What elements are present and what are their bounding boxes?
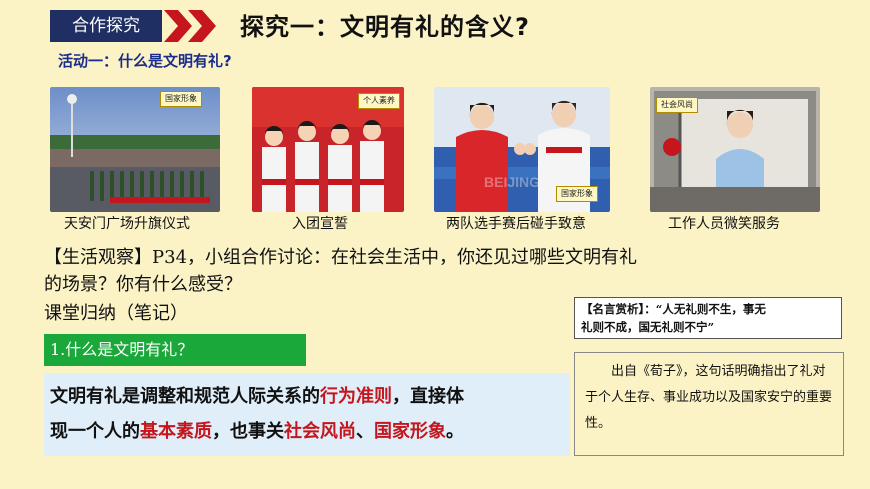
photo-caption: 入团宣誓: [292, 216, 348, 232]
photo-league-oath: 个人素养: [252, 87, 404, 212]
photo-caption: 两队选手赛后碰手致意: [446, 216, 586, 232]
photo-tag: 国家形象: [556, 186, 598, 202]
photo-tag: 社会风尚: [656, 97, 698, 113]
highlight-term: 行为准则: [320, 386, 392, 407]
activity-title: 活动一：什么是文明有礼?: [58, 52, 232, 70]
chevron-right-icon: [188, 10, 216, 42]
photo-caption: 天安门广场升旗仪式: [64, 216, 190, 232]
question-bar: 1.什么是文明有礼？: [44, 334, 306, 366]
photo-service-worker: 社会风尚: [650, 87, 820, 212]
definition-text: ，直接体: [392, 386, 464, 407]
quote-line: 【名言赏析】：“人无礼则不生，事无: [581, 302, 766, 316]
definition-text: 文明有礼是调整和规范人际关系的: [50, 386, 320, 407]
highlight-term: 基本素质: [140, 421, 212, 442]
photo-caption: 工作人员微笑服务: [668, 216, 780, 232]
quote-line: 礼则不成，国无礼则不宁”: [581, 320, 715, 334]
highlight-term: 国家形象: [374, 421, 446, 442]
svg-text:BEIJING: BEIJING: [484, 174, 540, 190]
section-badge: 合作探究: [50, 10, 162, 42]
famous-quote-box: 【名言赏析】：“人无礼则不生，事无 礼则不成，国无礼则不宁”: [574, 297, 842, 339]
life-observation-prompt: 【生活观察】P34，小组合作讨论：在社会生活中，你还见过哪些文明有礼 的场景？你…: [44, 244, 804, 298]
definition-text: ，也事关: [212, 421, 284, 442]
observation-line: 【生活观察】P34，小组合作讨论：在社会生活中，你还见过哪些文明有礼: [44, 247, 638, 268]
definition-text: 现一个人的: [50, 421, 140, 442]
quote-explanation: 出自《荀子》，这句话明确指出了礼对于个人生存、事业成功以及国家安宁的重要性。: [574, 352, 844, 456]
photo-flag-raising: 国家形象: [50, 87, 220, 212]
definition-text: 。: [446, 421, 464, 442]
definition-box: 文明有礼是调整和规范人际关系的行为准则，直接体 现一个人的基本素质，也事关社会风…: [44, 373, 570, 456]
summary-label: 课堂归纳（笔记）: [44, 303, 188, 324]
photo-tag: 国家形象: [160, 91, 202, 107]
highlight-term: 社会风尚: [284, 421, 356, 442]
observation-line: 的场景？你有什么感受？: [44, 274, 242, 295]
photo-athletes-greeting: BEIJING 国家形象: [434, 87, 610, 212]
photo-tag: 个人素养: [358, 93, 400, 109]
page-title: 探究一：文明有礼的含义?: [240, 13, 530, 41]
definition-text: 、: [356, 421, 374, 442]
